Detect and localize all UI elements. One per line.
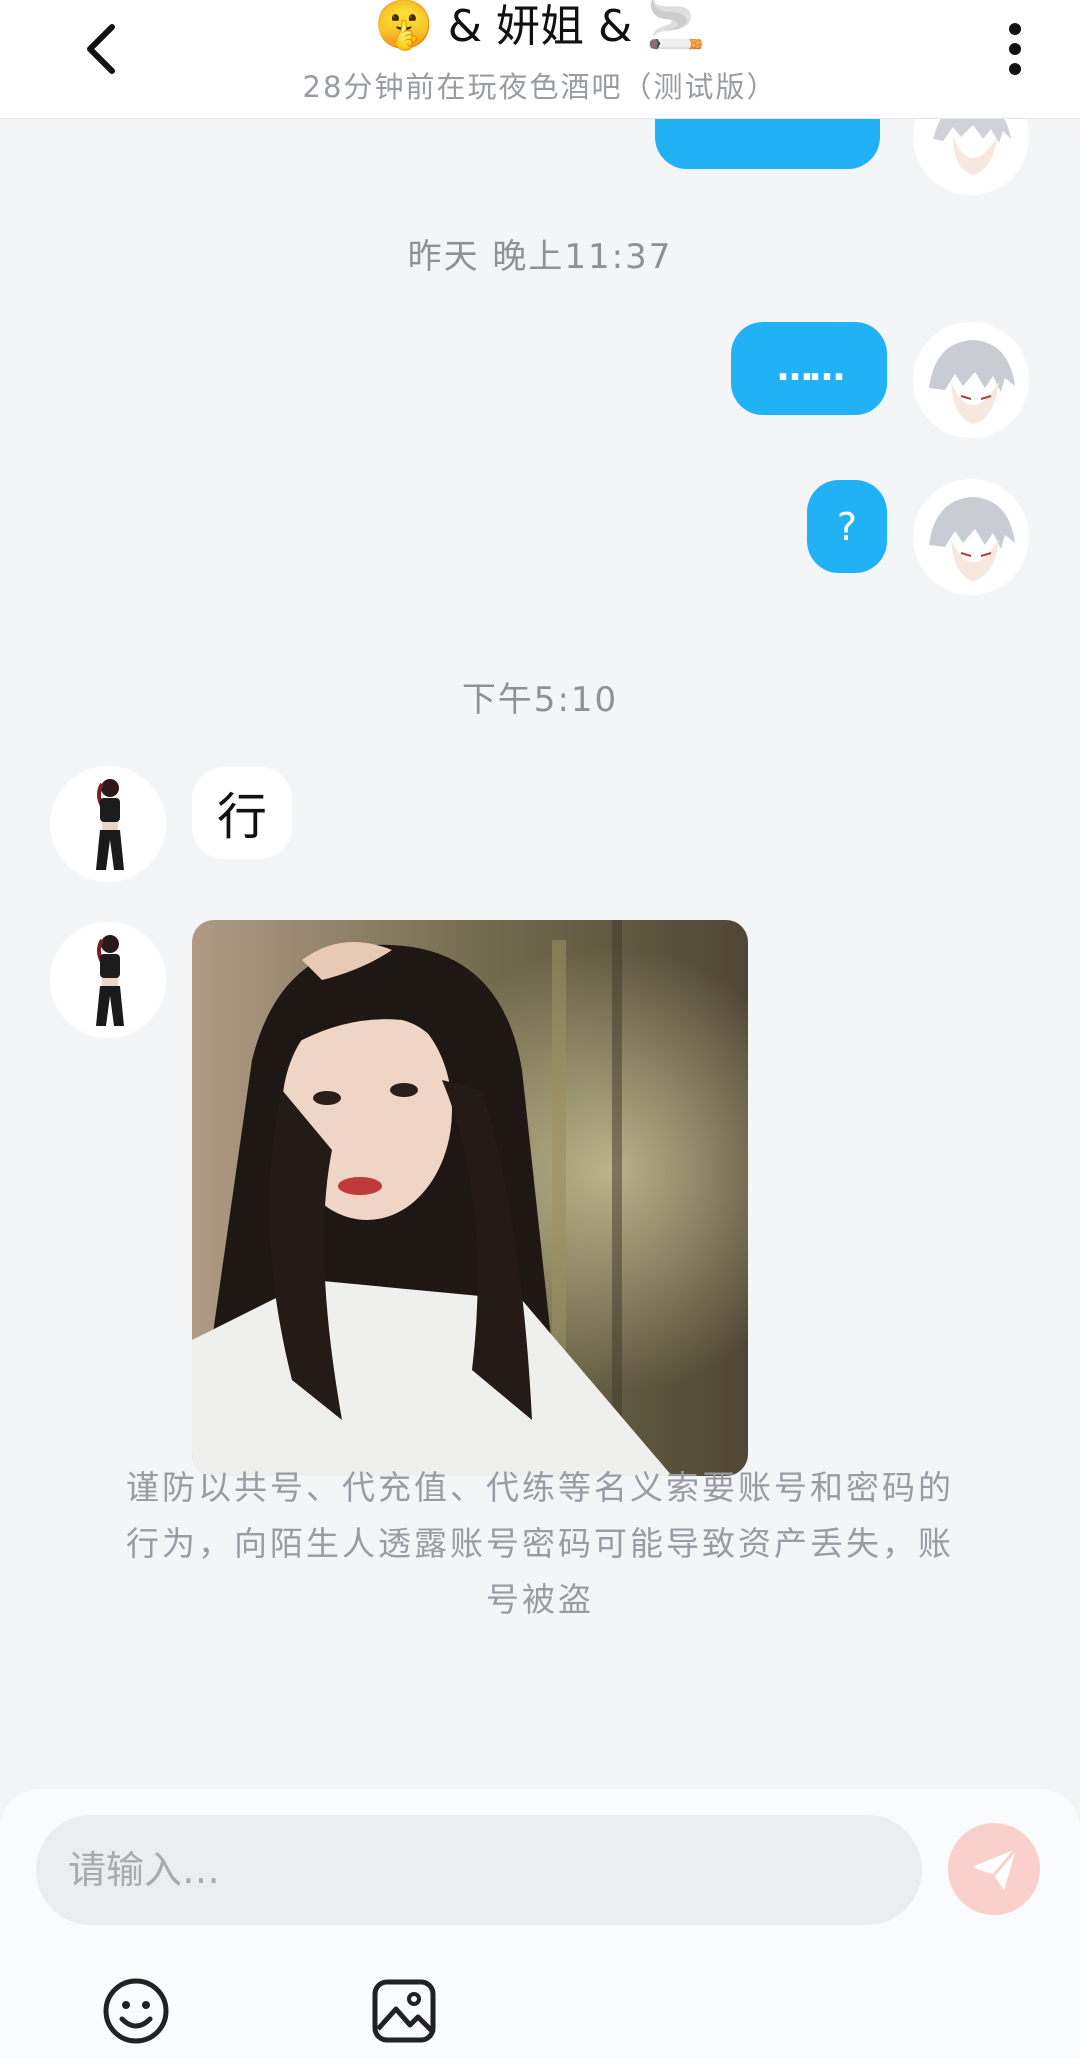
chat-title: 🤫 & 妍姐 & 🚬: [0, 0, 1080, 53]
presence-status: 28分钟前在玩夜色酒吧（测试版）: [302, 70, 778, 104]
message-list[interactable]: 昨天 晚上11:37 …… ? 下午5:10 行 谨防以共号、代充值、代练等名义…: [0, 119, 1080, 1789]
send-button[interactable]: [948, 1823, 1040, 1915]
message-bubble-outgoing[interactable]: ……: [731, 322, 887, 415]
message-text: 行: [217, 788, 267, 846]
more-vertical-icon: [1009, 23, 1021, 75]
message-input[interactable]: [36, 1815, 922, 1925]
message-text: ……: [777, 348, 845, 389]
emoji-button[interactable]: [96, 1971, 176, 2051]
message-bubble-outgoing[interactable]: ?: [807, 480, 887, 573]
avatar-self[interactable]: [913, 479, 1029, 595]
timestamp-divider: 下午5:10: [461, 680, 619, 720]
image-icon: [372, 1979, 436, 2043]
message-text: ?: [836, 504, 858, 549]
message-image[interactable]: [192, 920, 748, 1476]
composer-bar: [0, 1789, 1080, 2058]
avatar-self[interactable]: [913, 322, 1029, 438]
avatar-contact[interactable]: [50, 766, 166, 882]
avatar-self[interactable]: [913, 119, 1029, 195]
more-options-button[interactable]: [985, 14, 1045, 84]
shush-emoji: 🤫: [373, 0, 434, 53]
emoji-icon: [103, 1978, 169, 2044]
security-notice: 谨防以共号、代充值、代练等名义索要账号和密码的行为，向陌生人透露账号密码可能导致…: [126, 1468, 954, 1619]
cigarette-emoji: 🚬: [646, 0, 707, 53]
contact-name: & 妍姐 &: [433, 1, 647, 52]
send-icon: [972, 1848, 1018, 1891]
chat-header: 🤫 & 妍姐 & 🚬 28分钟前在玩夜色酒吧（测试版）: [0, 0, 1080, 119]
message-bubble-outgoing[interactable]: [655, 119, 880, 169]
timestamp-divider: 昨天 晚上11:37: [407, 237, 673, 277]
avatar-contact[interactable]: [50, 922, 166, 1038]
image-picker-button[interactable]: [364, 1971, 444, 2051]
message-bubble-incoming[interactable]: 行: [192, 767, 292, 859]
